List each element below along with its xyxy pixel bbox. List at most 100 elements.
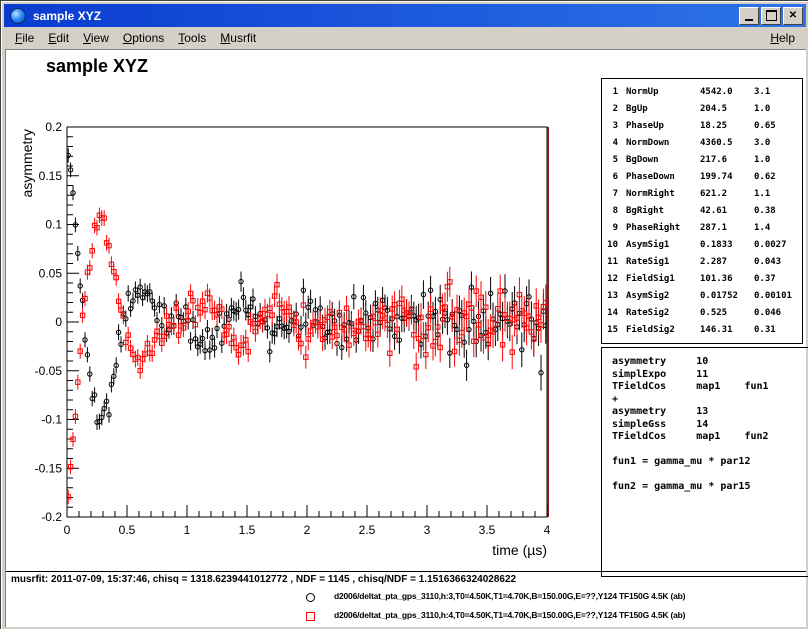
param-value: 0.1833 [700, 240, 754, 250]
x-tick-label: 3.5 [479, 523, 496, 537]
x-axis [67, 505, 547, 517]
param-error: 0.043 [754, 257, 802, 267]
param-name: BgUp [626, 104, 700, 114]
param-error: 3.1 [754, 87, 802, 97]
param-name: NormUp [626, 87, 700, 97]
param-name: RateSig2 [626, 308, 700, 318]
y-tick-label: 0.2 [45, 120, 62, 134]
plot-svg: 00.511.522.533.54-0.2-0.15-0.1-0.0500.05… [6, 50, 586, 570]
param-value: 0.525 [700, 308, 754, 318]
asymmetry-plot[interactable]: 00.511.522.533.54-0.2-0.15-0.1-0.0500.05… [6, 50, 586, 570]
menu-help[interactable]: Help [763, 28, 802, 48]
param-number: 12 [602, 274, 618, 284]
y-tick-label: 0.15 [39, 169, 63, 183]
param-error: 0.00101 [754, 291, 802, 301]
param-row: 5BgDown217.61.0 [602, 151, 802, 168]
app-icon [10, 8, 26, 24]
x-tick-label: 0 [64, 523, 71, 537]
param-number: 13 [602, 291, 618, 301]
param-row: 6 PhaseDown199.740.62 [602, 168, 802, 185]
window-title: sample XYZ [33, 9, 739, 23]
param-number: 8 [602, 206, 618, 216]
param-name: PhaseDown [626, 172, 700, 182]
titlebar[interactable]: sample XYZ ✕ [4, 4, 806, 27]
param-value: 204.5 [700, 104, 754, 114]
y-tick-label: 0.05 [39, 266, 63, 280]
legend-item: d2006/deltat_pta_gps_3110,h:3,T0=4.50K,T… [6, 588, 806, 607]
theory-line: + [612, 394, 808, 407]
param-error: 0.62 [754, 172, 802, 182]
theory-line: fun2 = gamma_mu * par15 [612, 481, 808, 494]
param-number: 2 [602, 104, 618, 114]
theory-box: asymmetry 10simplExpo 11TFieldCos map1 f… [601, 347, 808, 577]
y-axis-title: asymmetry [19, 129, 35, 197]
param-value: 199.74 [700, 172, 754, 182]
param-error: 0.37 [754, 274, 802, 284]
y-axis [67, 127, 79, 517]
param-value: 0.01752 [700, 291, 754, 301]
menu-edit[interactable]: Edit [41, 28, 76, 48]
minimize-button[interactable] [739, 7, 759, 25]
minimize-icon [745, 19, 753, 21]
param-value: 101.36 [700, 274, 754, 284]
menu-options[interactable]: Options [116, 28, 171, 48]
param-value: 2.287 [700, 257, 754, 267]
param-value: 217.6 [700, 155, 754, 165]
param-value: 621.2 [700, 189, 754, 199]
y-tick-label: -0.15 [35, 461, 63, 475]
param-name: AsymSig2 [626, 291, 700, 301]
param-row: 2 BgUp204.51.0 [602, 100, 802, 117]
param-name: NormRight [626, 189, 700, 199]
param-error: 0.046 [754, 308, 802, 318]
param-error: 0.0027 [754, 240, 802, 250]
menu-file[interactable]: File [8, 28, 41, 48]
theory-line [612, 444, 808, 457]
theory-line: asymmetry 13 [612, 406, 808, 419]
param-row: 10AsymSig10.18330.0027 [602, 236, 802, 253]
theory-line: simplExpo 11 [612, 369, 808, 382]
root-canvas: sample XYZ 00.511.522.533.54-0.2-0.15-0.… [5, 49, 806, 627]
x-tick-label: 1 [184, 523, 191, 537]
menu-items-right: Help [763, 31, 802, 45]
param-number: 1 [602, 87, 618, 97]
param-row: 15FieldSig2146.310.31 [602, 321, 802, 338]
maximize-icon [766, 10, 777, 21]
param-row: 3PhaseUp18.250.65 [602, 117, 802, 134]
x-tick-label: 2.5 [359, 523, 376, 537]
param-number: 15 [602, 325, 618, 335]
param-row: 8BgRight42.610.38 [602, 202, 802, 219]
x-tick-label: 4 [544, 523, 551, 537]
param-name: AsymSig1 [626, 240, 700, 250]
legend-item: d2006/deltat_pta_gps_3110,h:4,T0=4.50K,T… [6, 607, 806, 626]
param-row: 4NormDown4360.53.0 [602, 134, 802, 151]
param-value: 4360.5 [700, 138, 754, 148]
param-error: 1.1 [754, 189, 802, 199]
legend-label: d2006/deltat_pta_gps_3110,h:3,T0=4.50K,T… [334, 591, 685, 601]
menu-tools[interactable]: Tools [171, 28, 213, 48]
param-number: 9 [602, 223, 618, 233]
x-axis-title: time (µs) [492, 542, 547, 558]
param-error: 3.0 [754, 138, 802, 148]
menu-items: FileEditViewOptionsToolsMusrfit [8, 31, 263, 45]
param-value: 4542.0 [700, 87, 754, 97]
param-error: 0.31 [754, 325, 802, 335]
param-error: 1.0 [754, 104, 802, 114]
fit-stats: musrfit: 2011-07-09, 15:37:46, chisq = 1… [11, 574, 516, 585]
param-error: 0.65 [754, 121, 802, 131]
close-button[interactable]: ✕ [783, 7, 803, 25]
menu-musrfit[interactable]: Musrfit [213, 28, 263, 48]
param-name: BgRight [626, 206, 700, 216]
param-row: 14RateSig20.5250.046 [602, 304, 802, 321]
param-row: 11RateSig12.2870.043 [602, 253, 802, 270]
param-name: FieldSig2 [626, 325, 700, 335]
param-name: BgDown [626, 155, 700, 165]
param-number: 7 [602, 189, 618, 199]
param-name: FieldSig1 [626, 274, 700, 284]
param-number: 11 [602, 257, 618, 267]
maximize-button[interactable] [761, 7, 781, 25]
y-tick-label: 0 [55, 315, 62, 329]
menu-view[interactable]: View [76, 28, 116, 48]
y-tick-label: -0.05 [35, 364, 63, 378]
param-number: 6 [602, 172, 618, 182]
parameter-box: 1 NormUp4542.03.1 2 BgUp204.51.0 3PhaseUp18.… [601, 78, 803, 344]
